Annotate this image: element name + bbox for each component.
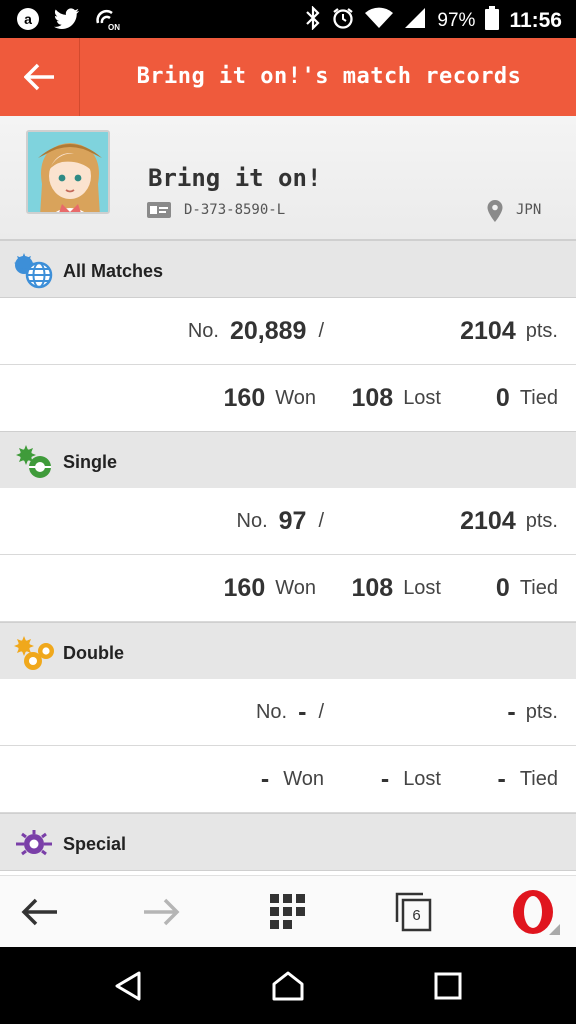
lost-value: 108 — [351, 383, 394, 412]
id-card-icon — [147, 202, 171, 223]
player-id: D-373-8590-L — [184, 202, 286, 218]
section-title: All Matches — [63, 261, 164, 281]
app-header: Bring it on!'s match records — [0, 38, 576, 116]
battery-icon — [485, 6, 500, 36]
rank-row: No. 97 / 2104 pts. — [0, 488, 576, 555]
points-unit: pts. — [525, 509, 558, 532]
nav-back-button[interactable] — [83, 947, 173, 1024]
special-battle-icon — [12, 824, 56, 869]
section-title: Single — [63, 452, 118, 472]
rank-row: No. 20,889 / 2104 pts. — [0, 298, 576, 365]
app-notification-icon: a — [16, 7, 40, 36]
separator: / — [318, 700, 324, 723]
won-value: 160 — [223, 383, 266, 412]
rank-prefix: No. — [255, 700, 288, 723]
browser-forward-button[interactable] — [121, 876, 201, 948]
separator: / — [318, 319, 324, 342]
rank-value: 97 — [278, 506, 307, 535]
lost-value: 108 — [351, 573, 394, 602]
double-battle-icon — [12, 633, 56, 678]
section-special: Special — [0, 813, 576, 871]
section-title: Special — [63, 834, 127, 854]
svg-text:ON: ON — [108, 23, 120, 31]
rank-prefix: No. — [187, 319, 219, 342]
home-icon — [272, 971, 304, 1000]
triangle-back-icon — [115, 971, 141, 1000]
rank-value: - — [298, 697, 307, 726]
browser-toolbar: 6 — [0, 875, 576, 947]
tied-label: Tied — [519, 576, 558, 599]
tied-label: Tied — [519, 767, 558, 790]
avatar — [26, 130, 110, 214]
region-code: JPN — [516, 202, 542, 218]
section-double: Double — [0, 622, 576, 680]
nav-home-button[interactable] — [243, 947, 333, 1024]
lost-label: Lost — [403, 386, 441, 409]
won-value: 160 — [223, 573, 266, 602]
twitter-icon — [54, 8, 80, 35]
lost-value: - — [380, 764, 390, 793]
tabs-icon: 6 — [395, 892, 433, 932]
tied-value: 0 — [495, 573, 510, 602]
signal-icon — [403, 7, 427, 35]
alarm-icon — [331, 6, 355, 36]
tabs-button[interactable]: 6 — [374, 876, 454, 948]
nav-recents-button[interactable] — [403, 947, 493, 1024]
won-value: - — [260, 764, 270, 793]
clock: 11:56 — [509, 9, 562, 32]
speed-dial-button[interactable] — [248, 876, 328, 948]
profile-card: Bring it on! D-373-8590-L JPN — [0, 116, 576, 240]
browser-back-button[interactable] — [0, 876, 80, 948]
status-bar: a ON 97% 11:56 — [0, 0, 576, 38]
rank-prefix: No. — [236, 509, 268, 532]
points-unit: pts. — [525, 700, 558, 723]
record-row: 160 Won 108 Lost 0 Tied — [0, 365, 576, 432]
arrow-right-icon — [144, 898, 180, 926]
back-button[interactable] — [0, 38, 80, 116]
bluetooth-icon — [305, 5, 321, 36]
lost-label: Lost — [403, 767, 441, 790]
tied-label: Tied — [519, 386, 558, 409]
won-label: Won — [283, 767, 324, 790]
square-recents-icon — [434, 972, 462, 999]
points-value: 2104 — [460, 316, 516, 345]
opera-logo-icon — [513, 890, 560, 935]
rank-value: 20,889 — [229, 316, 307, 345]
globe-icon — [12, 251, 56, 296]
points-value: 2104 — [460, 506, 516, 535]
battery-percent: 97% — [437, 10, 476, 31]
section-single: Single — [0, 431, 576, 489]
single-battle-icon — [12, 442, 56, 487]
lost-label: Lost — [403, 576, 441, 599]
tied-value: 0 — [495, 383, 510, 412]
arrow-left-icon — [23, 63, 54, 91]
points-unit: pts. — [525, 319, 558, 342]
record-row: 160 Won 108 Lost 0 Tied — [0, 555, 576, 622]
system-nav-bar — [0, 947, 576, 1024]
wifi-icon — [365, 7, 394, 35]
svg-text:a: a — [24, 11, 32, 27]
opera-menu-button[interactable] — [496, 876, 576, 948]
player-name: Bring it on! — [148, 164, 322, 192]
tab-count: 6 — [412, 907, 421, 924]
section-title: Double — [63, 643, 124, 663]
arrow-left-icon — [21, 898, 57, 926]
won-label: Won — [275, 386, 316, 409]
section-all-matches: All Matches — [0, 240, 576, 298]
location-pin-icon — [487, 200, 503, 227]
nfc-icon: ON — [94, 7, 120, 36]
record-row: - Won - Lost - Tied — [0, 746, 576, 813]
won-label: Won — [275, 576, 316, 599]
page-title: Bring it on!'s match records — [136, 64, 522, 89]
rank-row: No. - / - pts. — [0, 679, 576, 746]
separator: / — [318, 509, 324, 532]
tied-value: - — [497, 764, 506, 793]
grid-icon — [270, 894, 305, 929]
points-value: - — [507, 697, 516, 726]
